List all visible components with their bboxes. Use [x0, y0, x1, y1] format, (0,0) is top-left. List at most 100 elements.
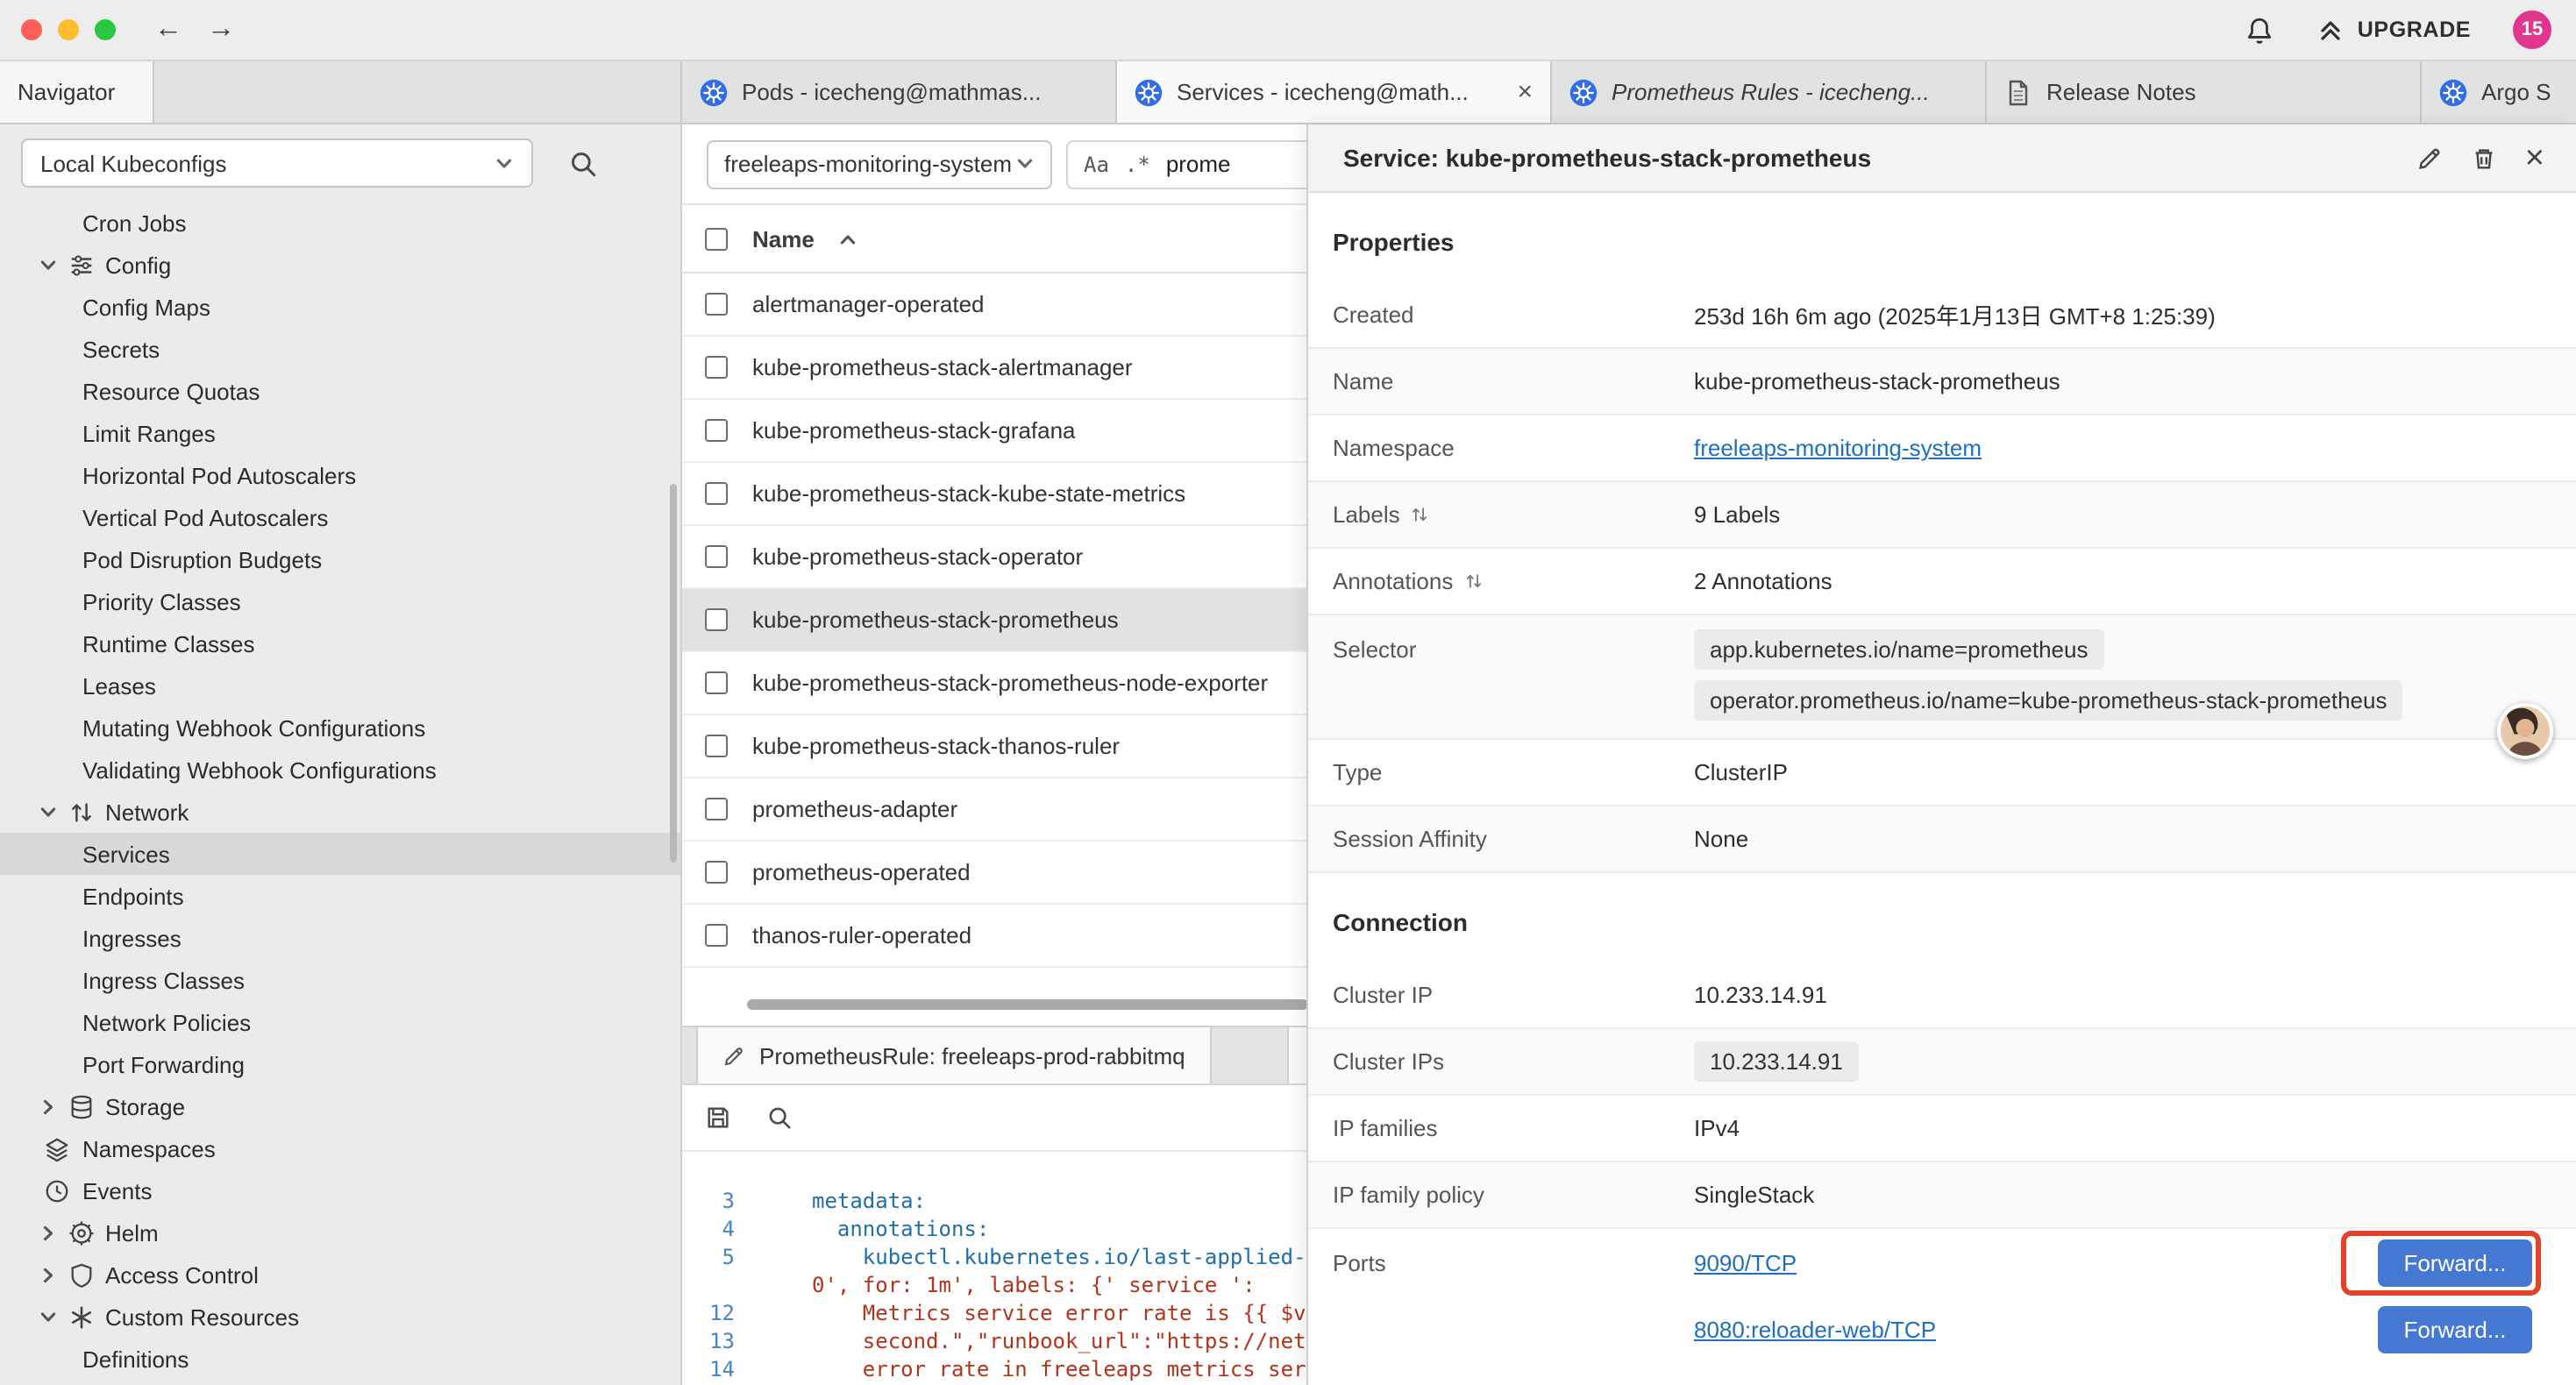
delete-trash-icon[interactable] [2471, 145, 2497, 171]
sidebar-item-ingress-classes[interactable]: Ingress Classes [0, 959, 680, 1001]
kubernetes-icon [700, 78, 728, 106]
navigator-title[interactable]: Navigator [0, 61, 154, 123]
user-avatar[interactable] [2497, 703, 2553, 759]
sidebar-item-helm[interactable]: Helm [0, 1211, 680, 1254]
sidebar-scrollbar[interactable] [670, 484, 677, 863]
sidebar-item-services[interactable]: Services [0, 833, 680, 875]
notifications-bell-icon[interactable] [2245, 15, 2275, 45]
navigator-tree: Cron Jobs Config Config Maps Secrets Res… [0, 202, 680, 1380]
sidebar-item-priority-classes[interactable]: Priority Classes [0, 580, 680, 622]
port-link[interactable]: 9090/TCP [1694, 1249, 1797, 1275]
storage-icon [68, 1093, 95, 1119]
custom-resources-icon [68, 1303, 95, 1330]
port-line: 8080:reloader-web/TCP Forward... [1694, 1296, 2551, 1362]
sidebar-item-limit-ranges[interactable]: Limit Ranges [0, 412, 680, 454]
row-checkbox[interactable] [705, 735, 728, 757]
forward-button[interactable]: → [200, 14, 242, 46]
sidebar-item-config[interactable]: Config [0, 244, 680, 286]
kubeconfig-selector[interactable]: Local Kubeconfigs [21, 138, 533, 188]
tab-argo[interactable]: Argo S [2422, 61, 2576, 123]
tab-release-notes[interactable]: Release Notes [1987, 61, 2422, 123]
forward-button[interactable]: Forward... [2378, 1305, 2532, 1353]
dock-tab-prometheusrule[interactable]: PrometheusRule: freeleaps-prod-rabbitmq [696, 1027, 1212, 1083]
sidebar-item-config-maps[interactable]: Config Maps [0, 286, 680, 328]
row-checkbox[interactable] [705, 924, 728, 947]
count-badge[interactable]: 15 [2513, 11, 2551, 49]
row-checkbox[interactable] [705, 671, 728, 694]
row-checkbox[interactable] [705, 356, 728, 379]
minimize-window-button[interactable] [58, 19, 79, 40]
sidebar-item-access-control[interactable]: Access Control [0, 1254, 680, 1296]
expand-toggle-icon[interactable] [1411, 505, 1430, 524]
sidebar-item-mutating-webhook-configurations[interactable]: Mutating Webhook Configurations [0, 707, 680, 749]
labels-row: Labels 9 Labels [1308, 482, 2576, 549]
port-link[interactable]: 8080:reloader-web/TCP [1694, 1316, 1936, 1342]
properties-section-heading: Properties [1308, 193, 2576, 282]
sidebar-item-leases[interactable]: Leases [0, 664, 680, 707]
row-checkbox[interactable] [705, 861, 728, 884]
sidebar-item-custom-resources[interactable]: Custom Resources [0, 1296, 680, 1338]
sidebar-item-endpoints[interactable]: Endpoints [0, 875, 680, 917]
row-checkbox[interactable] [705, 419, 728, 442]
back-button[interactable]: ← [147, 14, 189, 46]
close-tab-icon[interactable]: × [1517, 79, 1533, 105]
ip-family-policy-value: SingleStack [1694, 1182, 1814, 1208]
select-all-checkbox[interactable] [705, 227, 728, 250]
namespace-row: Namespace freeleaps-monitoring-system [1308, 416, 2576, 482]
horizontal-scrollbar[interactable] [747, 999, 1308, 1010]
sidebar-item-horizontal-pod-autoscalers[interactable]: Horizontal Pod Autoscalers [0, 454, 680, 496]
sort-ascending-icon[interactable] [839, 229, 858, 248]
row-checkbox[interactable] [705, 798, 728, 820]
namespace-link[interactable]: freeleaps-monitoring-system [1694, 435, 1982, 461]
network-icon [68, 799, 95, 825]
sidebar-item-vertical-pod-autoscalers[interactable]: Vertical Pod Autoscalers [0, 496, 680, 538]
tab-services[interactable]: Services - icecheng@math... × [1117, 61, 1552, 123]
sidebar-item-validating-webhook-configurations[interactable]: Validating Webhook Configurations [0, 749, 680, 791]
connection-section-heading: Connection [1308, 873, 2576, 962]
row-checkbox[interactable] [705, 293, 728, 316]
namespace-filter-select[interactable]: freeleaps-monitoring-system [707, 139, 1052, 188]
sidebar-item-cron-jobs[interactable]: Cron Jobs [0, 202, 680, 244]
sidebar-item-port-forwarding[interactable]: Port Forwarding [0, 1043, 680, 1085]
sidebar-item-events[interactable]: Events [0, 1169, 680, 1211]
drawer-body: Properties Created 253d 16h 6m ago (2025… [1308, 193, 2576, 1385]
sidebar-item-storage[interactable]: Storage [0, 1085, 680, 1127]
name-column-header[interactable]: Name [752, 225, 815, 252]
save-icon[interactable] [705, 1104, 731, 1131]
chevron-down-icon [39, 1307, 58, 1326]
maximize-window-button[interactable] [95, 19, 116, 40]
edit-pencil-icon[interactable] [2416, 145, 2443, 171]
selector-chip: app.kubernetes.io/name=prometheus [1694, 629, 2103, 670]
labels-count: 9 Labels [1694, 501, 1780, 528]
sidebar-item-namespaces[interactable]: Namespaces [0, 1127, 680, 1169]
tab-pods[interactable]: Pods - icecheng@mathmas... [682, 61, 1117, 123]
close-window-button[interactable] [21, 19, 42, 40]
drawer-header: Service: kube-prometheus-stack-prometheu… [1308, 124, 2576, 193]
sidebar-item-network[interactable]: Network [0, 791, 680, 833]
chevron-right-icon [39, 1265, 58, 1284]
regex-toggle[interactable]: .* [1125, 152, 1150, 176]
sidebar-item-runtime-classes[interactable]: Runtime Classes [0, 622, 680, 664]
row-checkbox[interactable] [705, 608, 728, 631]
sidebar-search-icon[interactable] [568, 148, 598, 178]
pencil-icon [722, 1044, 745, 1067]
row-checkbox[interactable] [705, 482, 728, 505]
upgrade-button[interactable]: UPGRADE [2317, 16, 2471, 44]
events-clock-icon [44, 1177, 70, 1204]
sidebar-item-network-policies[interactable]: Network Policies [0, 1001, 680, 1043]
close-drawer-icon[interactable]: × [2525, 141, 2544, 174]
tab-prometheus-rules[interactable]: Prometheus Rules - icecheng... [1552, 61, 1987, 123]
forward-button[interactable]: Forward... [2378, 1239, 2532, 1286]
config-icon [68, 252, 95, 278]
drawer-title: Service: kube-prometheus-stack-prometheu… [1343, 144, 1871, 172]
sidebar-item-secrets[interactable]: Secrets [0, 328, 680, 370]
row-checkbox[interactable] [705, 545, 728, 568]
sidebar-item-pod-disruption-budgets[interactable]: Pod Disruption Budgets [0, 538, 680, 580]
ports-row: Ports 9090/TCP Forward... 8080:reloader-… [1308, 1229, 2576, 1362]
match-case-toggle[interactable]: Aa [1084, 152, 1109, 176]
expand-toggle-icon[interactable] [1463, 572, 1483, 591]
editor-search-icon[interactable] [766, 1104, 793, 1131]
sidebar-item-ingresses[interactable]: Ingresses [0, 917, 680, 959]
sidebar-item-definitions[interactable]: Definitions [0, 1338, 680, 1380]
sidebar-item-resource-quotas[interactable]: Resource Quotas [0, 370, 680, 412]
